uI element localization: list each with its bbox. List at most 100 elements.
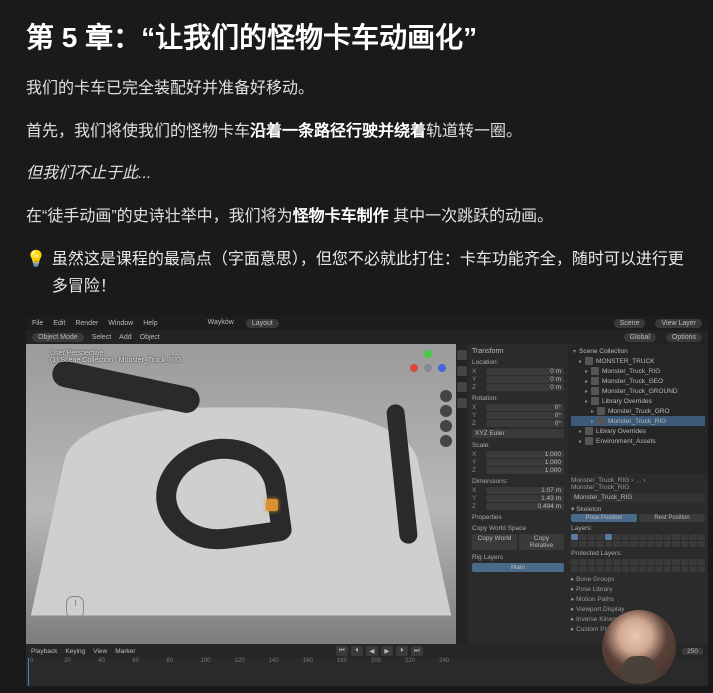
- dim-y-field[interactable]: 1.43 m: [486, 495, 564, 502]
- outliner-scene-collection[interactable]: ▾Scene Collection: [571, 347, 705, 356]
- 3d-viewport[interactable]: User Perspective (1) Scene Collection | …: [26, 344, 456, 644]
- scene-selector[interactable]: Scene: [614, 319, 646, 328]
- workspace-tab-1[interactable]: Wayków: [208, 319, 234, 328]
- rig-layers-section[interactable]: Rig Layers: [472, 554, 564, 561]
- outliner-item[interactable]: ▸Monster_Truck_RIG: [571, 416, 705, 426]
- orientation-selector[interactable]: Global: [624, 333, 656, 342]
- rotation-mode-dropdown[interactable]: XYZ Euler: [472, 429, 564, 438]
- location-z-field[interactable]: 0 m: [486, 384, 564, 391]
- outliner-item[interactable]: ▸Library Overrides: [571, 396, 705, 406]
- n-panel-transform-header[interactable]: Transform: [472, 348, 504, 355]
- pose-position-button[interactable]: Pose Position: [571, 514, 637, 522]
- paragraph-4-pre: 在“徒手动画”的史诗壮举中，我们将为: [26, 208, 293, 225]
- outliner-item[interactable]: ▸Monster_Truck_RIG: [571, 366, 705, 376]
- toolbar-add[interactable]: Add: [119, 334, 131, 341]
- timeline-tick: 40: [98, 658, 105, 664]
- jump-end-icon[interactable]: ⏭: [411, 646, 423, 656]
- menu-render[interactable]: Render: [75, 320, 98, 327]
- ortho-icon[interactable]: [440, 435, 452, 447]
- gizmo-y-icon[interactable]: [424, 350, 432, 358]
- copy-world-button[interactable]: Copy World: [472, 534, 517, 550]
- outliner-item[interactable]: ▸Library Overrides: [571, 426, 705, 436]
- outliner-item[interactable]: ▸Monster_Truck_GEO: [571, 376, 705, 386]
- location-x-field[interactable]: 0 m: [486, 368, 564, 375]
- timeline-tick: 20: [64, 658, 71, 664]
- armature-layers-grid[interactable]: [571, 534, 705, 547]
- menu-edit[interactable]: Edit: [53, 320, 65, 327]
- paragraph-3: 但我们不止于此...: [26, 161, 687, 187]
- location-y-field[interactable]: 0 m: [486, 376, 564, 383]
- axis-label: X: [472, 368, 484, 375]
- timeline-tick: 0: [30, 658, 33, 664]
- copy-world-section[interactable]: Copy World Space: [472, 525, 564, 532]
- scale-y-field[interactable]: 1.000: [486, 459, 564, 466]
- menu-window[interactable]: Window: [108, 320, 133, 327]
- paragraph-2-pre: 首先，我们将使我们的怪物卡车: [26, 123, 250, 140]
- skeleton-section[interactable]: ▾ Skeleton: [571, 505, 705, 513]
- nav-gizmo[interactable]: [410, 350, 446, 386]
- dim-z-field[interactable]: 0.494 m: [486, 503, 564, 510]
- outliner-item[interactable]: ▸Environment_Assets: [571, 436, 705, 446]
- gizmo-center-icon[interactable]: [424, 364, 432, 372]
- paragraph-1: 我们的卡车已完全装配好并准备好移动。: [26, 76, 687, 102]
- menu-help[interactable]: Help: [143, 320, 157, 327]
- camera-icon[interactable]: [440, 420, 452, 432]
- timeline-keying-menu[interactable]: Keying: [65, 648, 85, 655]
- jump-start-icon[interactable]: ⏮: [336, 646, 348, 656]
- play-reverse-icon[interactable]: ◀: [366, 646, 378, 656]
- timeline-tick: 140: [269, 658, 279, 664]
- prop-tab-icon[interactable]: [457, 382, 467, 392]
- breadcrumb[interactable]: Monster_Truck_RIG › … › Monster_Truck_RI…: [571, 477, 705, 491]
- rotation-label: Rotation:: [472, 395, 564, 402]
- pan-icon[interactable]: [440, 405, 452, 417]
- truck-object[interactable]: [266, 499, 278, 511]
- prev-key-icon[interactable]: ⏴: [351, 646, 363, 656]
- timeline-marker-menu[interactable]: Marker: [115, 648, 135, 655]
- dim-x-field[interactable]: 1.07 m: [486, 487, 564, 494]
- mode-selector[interactable]: Object Mode: [32, 333, 84, 342]
- outliner-item[interactable]: ▸Monster_Truck_GRO: [571, 406, 705, 416]
- gizmo-x-icon[interactable]: [410, 364, 418, 372]
- rest-position-button[interactable]: Rest Position: [639, 514, 705, 522]
- scale-x-field[interactable]: 1.000: [486, 451, 564, 458]
- prop-tab-icon[interactable]: [457, 398, 467, 408]
- rotation-x-field[interactable]: 0°: [486, 404, 564, 411]
- workspace-tab-layout[interactable]: Layout: [246, 319, 279, 328]
- prop-tab-icon[interactable]: [457, 350, 467, 360]
- rotation-z-field[interactable]: 0°: [486, 420, 564, 427]
- copy-relative-button[interactable]: Copy Relative: [519, 534, 564, 550]
- outliner-item[interactable]: ▸MONSTER_TRUCK: [571, 356, 705, 366]
- prop-tab-icon[interactable]: [457, 366, 467, 376]
- end-frame-field[interactable]: 250: [682, 648, 703, 655]
- options-dropdown[interactable]: Options: [666, 333, 702, 342]
- properties-section[interactable]: Properties: [472, 514, 564, 521]
- scale-z-field[interactable]: 1.000: [486, 467, 564, 474]
- play-icon[interactable]: ▶: [381, 646, 393, 656]
- toolbar-select[interactable]: Select: [92, 334, 111, 341]
- blender-screenshot: File Edit Render Window Help Wayków Layo…: [26, 316, 708, 686]
- track-segment: [50, 359, 202, 416]
- timeline-view-menu[interactable]: View: [93, 648, 107, 655]
- paragraph-2-post: 轨道转一圈。: [426, 123, 522, 140]
- armature-section[interactable]: ▸ Motion Paths: [571, 594, 705, 604]
- gizmo-z-icon[interactable]: [438, 364, 446, 372]
- axis-label: Z: [472, 503, 484, 510]
- location-label: Location:: [472, 359, 564, 366]
- rotation-y-field[interactable]: 0°: [486, 412, 564, 419]
- paragraph-2-bold: 沿着一条路径行驶并绕着: [250, 123, 426, 140]
- armature-section[interactable]: ▸ Bone Groups: [571, 574, 705, 584]
- armature-section[interactable]: ▸ Pose Library: [571, 584, 705, 594]
- armature-name-field[interactable]: Monster_Truck_RIG: [571, 493, 705, 502]
- axis-label: X: [472, 404, 484, 411]
- rig-layer-main-button[interactable]: Main: [472, 563, 564, 572]
- outliner-item[interactable]: ▸Monster_Truck_GROUND: [571, 386, 705, 396]
- timeline-playback-menu[interactable]: Playback: [31, 648, 57, 655]
- timeline-tick: 80: [166, 658, 173, 664]
- toolbar-object[interactable]: Object: [140, 334, 160, 341]
- protected-layers-grid[interactable]: [571, 559, 705, 572]
- menu-file[interactable]: File: [32, 320, 43, 327]
- zoom-icon[interactable]: [440, 390, 452, 402]
- playhead[interactable]: [28, 658, 29, 686]
- viewlayer-selector[interactable]: View Layer: [655, 319, 702, 328]
- next-key-icon[interactable]: ⏵: [396, 646, 408, 656]
